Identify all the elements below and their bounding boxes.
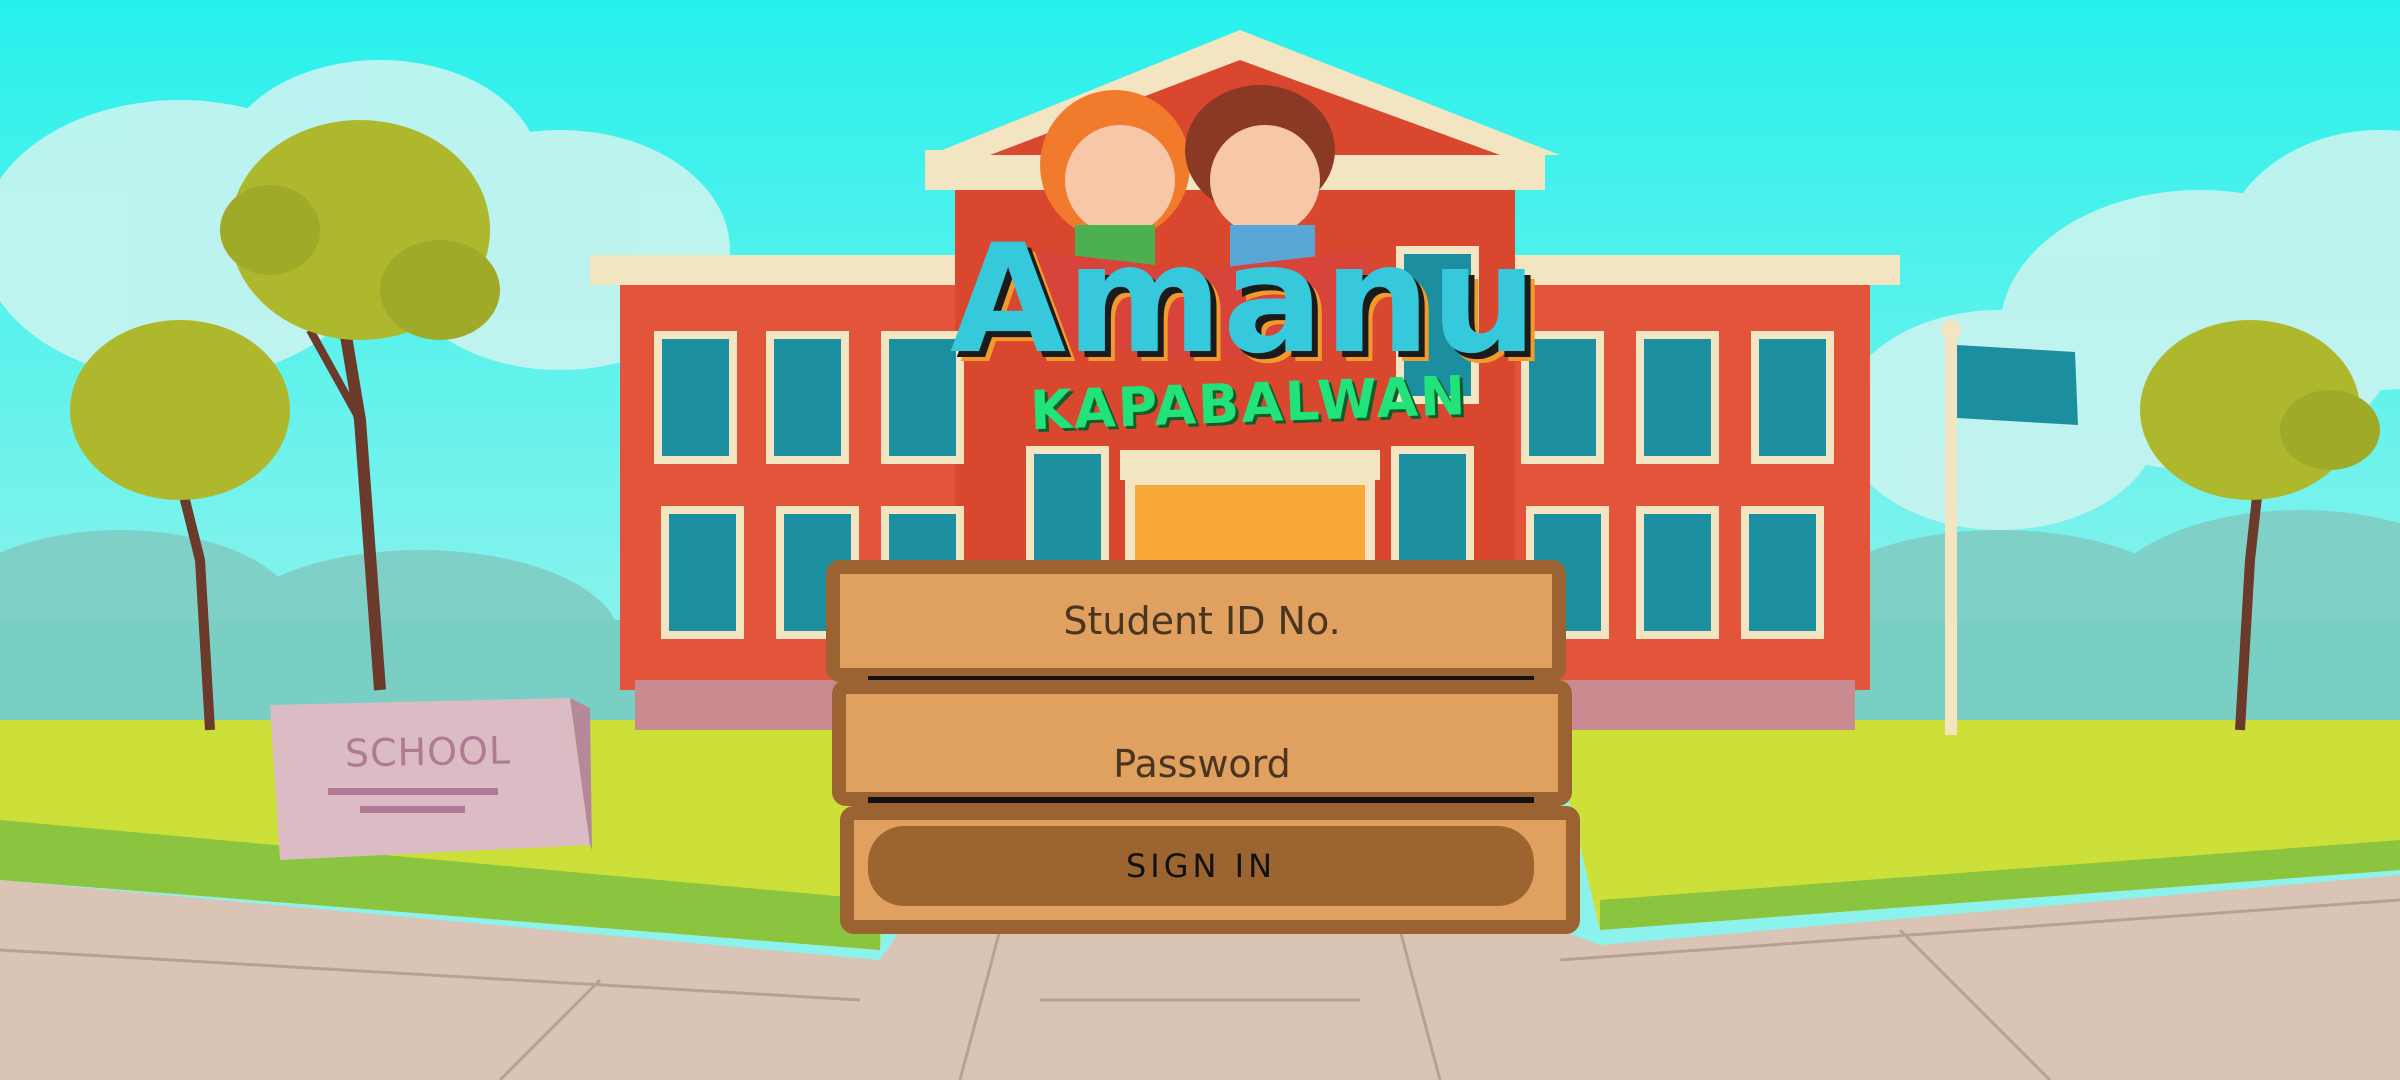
- password-underline: [868, 797, 1534, 803]
- student-id-input[interactable]: [870, 590, 1534, 652]
- school-stone-label: SCHOOL: [344, 728, 512, 776]
- sign-in-button[interactable]: SIGN IN: [868, 826, 1534, 906]
- password-input[interactable]: [870, 733, 1534, 795]
- app-logo-subtitle: KAPABALWAN: [1028, 364, 1469, 443]
- school-stone-sign: [270, 698, 592, 860]
- app-logo-title: Amanu: [950, 213, 1538, 387]
